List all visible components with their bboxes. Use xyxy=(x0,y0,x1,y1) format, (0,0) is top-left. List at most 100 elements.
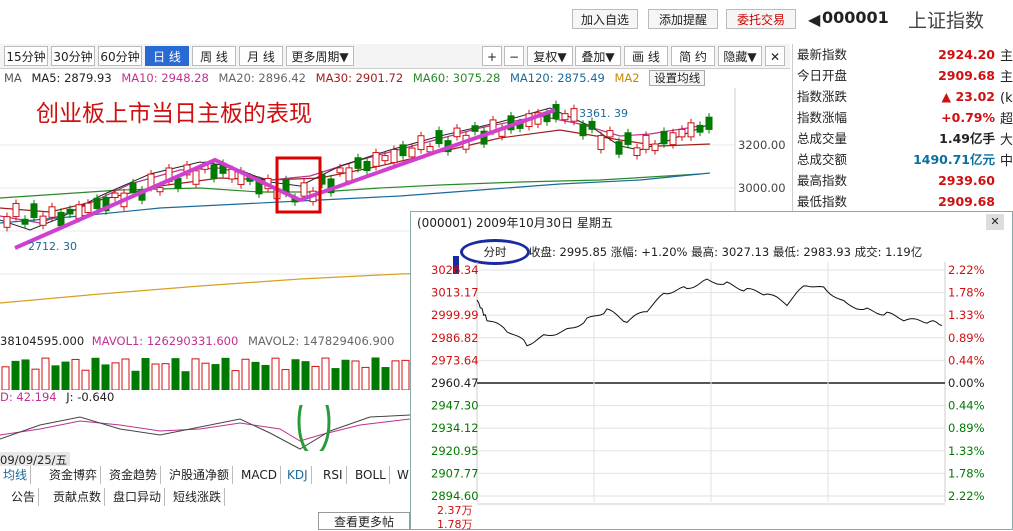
intraday-chart[interactable]: 3026.34 2.22% 3013.17 1.78% 2999.99 1.33% 2986… xyxy=(411,262,1012,530)
overlay-dropdown[interactable]: 叠加▼ xyxy=(575,46,621,66)
volume-chart xyxy=(1,357,410,390)
tab-30min[interactable]: 30分钟 xyxy=(51,46,95,66)
add-alert-button[interactable]: 添加提醒 xyxy=(648,9,718,29)
price-tick: 2907.77 xyxy=(431,466,479,480)
percent-tick: 2.22% xyxy=(948,489,985,503)
tab-weekly[interactable]: 周 线 xyxy=(192,46,236,66)
volume-value: 38104595.000 xyxy=(0,334,85,348)
vol-label: 2.37万 xyxy=(437,504,473,517)
date-label: 09/09/25/五 xyxy=(0,452,70,467)
intraday-popup: (000001) 2009年10月30日 星期五 ✕ 分时 收盘: 2995.8… xyxy=(410,211,1013,530)
price-tick: 2934.12 xyxy=(431,421,479,435)
tab-ma[interactable]: 均线 xyxy=(0,466,32,484)
tab-contribution[interactable]: 贡献点数 xyxy=(50,488,106,506)
volume-bar xyxy=(351,360,360,390)
view-more-button[interactable]: 查看更多帖 xyxy=(318,512,410,530)
index-name: 上证指数 xyxy=(908,10,985,32)
volume-bar xyxy=(131,370,140,390)
tab-fund-game[interactable]: 资金博弈 xyxy=(46,466,102,484)
candle-body xyxy=(687,122,695,138)
tab-rsi[interactable]: RSI xyxy=(320,466,347,484)
tab-60min[interactable]: 60分钟 xyxy=(98,46,142,66)
tab-tape-anomaly[interactable]: 盘口异动 xyxy=(110,488,166,506)
tab-hgt-net[interactable]: 沪股通净额 xyxy=(166,466,234,484)
candle-body xyxy=(48,206,56,218)
percent-tick: 1.78% xyxy=(948,286,985,300)
zoom-out-button[interactable]: − xyxy=(504,46,524,66)
volume-bar xyxy=(371,357,380,390)
quote-row: 总成交量 1.49亿手 xyxy=(797,131,995,146)
ma-label: MA xyxy=(4,71,22,85)
candle-body xyxy=(129,182,137,194)
price-tick: 2986.82 xyxy=(431,331,479,345)
volume-bar xyxy=(331,368,340,390)
candle-body xyxy=(174,177,182,189)
bookmark-icon[interactable]: ◀ xyxy=(808,10,820,29)
kdj-j-value: J: -0.640 xyxy=(66,390,115,404)
percent-tick: 0.89% xyxy=(948,421,985,435)
adjust-dropdown[interactable]: 复权▼ xyxy=(527,46,573,66)
volume-bar xyxy=(41,357,50,390)
candle-body xyxy=(390,149,398,164)
candle-body xyxy=(417,135,425,151)
popup-title: (000001) 2009年10月30日 星期五 xyxy=(411,212,1012,234)
zoom-in-button[interactable]: + xyxy=(482,46,502,66)
tab-boll[interactable]: BOLL xyxy=(352,466,390,484)
volume-bar xyxy=(21,359,30,390)
candle-body xyxy=(435,130,443,145)
volume-bar xyxy=(281,369,290,390)
close-icon[interactable]: ✕ xyxy=(986,214,1004,230)
tab-15min[interactable]: 15分钟 xyxy=(4,46,48,66)
hide-dropdown[interactable]: 隐藏▼ xyxy=(718,46,762,66)
tab-monthly[interactable]: 月 线 xyxy=(239,46,283,66)
candle-body xyxy=(57,211,65,227)
add-watchlist-button[interactable]: 加入自选 xyxy=(572,9,638,29)
simple-button[interactable]: 简 约 xyxy=(671,46,715,66)
price-tick: 2894.60 xyxy=(431,489,479,503)
tab-macd[interactable]: MACD xyxy=(238,466,281,484)
more-periods-dropdown[interactable]: 更多周期▼ xyxy=(286,46,354,66)
vol-label: 1.78万 xyxy=(437,518,473,530)
candle-body xyxy=(21,218,29,225)
candle-body xyxy=(345,167,353,182)
candle-body xyxy=(660,130,668,145)
volume-indicator-row: 38104595.000 MAVOL1: 126290331.600 MAVOL… xyxy=(0,334,410,352)
volume-bar xyxy=(301,361,310,390)
tab-daily[interactable]: 日 线 xyxy=(145,46,189,66)
tab-announcement[interactable]: 公告 xyxy=(8,488,40,506)
candle-body xyxy=(651,143,659,152)
tab-kdj[interactable]: KDJ xyxy=(284,466,312,484)
price-tick-3200: 3200.00 xyxy=(738,138,786,152)
candle-body xyxy=(561,113,569,121)
candle-body xyxy=(30,203,38,219)
candle-body xyxy=(426,145,434,153)
volume-bar xyxy=(191,358,200,390)
candle-body xyxy=(75,204,83,219)
ma20-value: MA20: 2896.42 xyxy=(218,71,306,85)
ma-indicator-row: MA MA5: 2879.93 MA10: 2948.28 MA20: 2896… xyxy=(0,70,790,88)
volume-bar xyxy=(91,357,100,390)
candle-body xyxy=(633,147,641,157)
tab-short-term[interactable]: 短线涨跌 xyxy=(170,488,226,506)
candle-body xyxy=(381,155,389,162)
volume-bar xyxy=(181,371,190,390)
price-tick: 2973.64 xyxy=(431,353,479,367)
ma-settings-button[interactable]: 设置均线 xyxy=(649,70,706,86)
price-tick: 2960.47 xyxy=(431,376,479,390)
volume-bar xyxy=(121,358,130,390)
volume-bar xyxy=(231,370,240,390)
info-tabs: 公告 贡献点数 盘口异动 短线涨跌 xyxy=(0,488,410,508)
candle-body xyxy=(597,135,605,151)
volume-bar xyxy=(31,368,40,390)
draw-button[interactable]: 画 线 xyxy=(624,46,668,66)
volume-bar xyxy=(201,362,210,390)
candle-body xyxy=(156,187,164,193)
close-icon[interactable]: ✕ xyxy=(765,46,785,66)
tab-fund-trend[interactable]: 资金趋势 xyxy=(106,466,162,484)
volume-bar xyxy=(401,359,410,390)
highlight-ellipse xyxy=(297,405,331,451)
price-tick: 3026.34 xyxy=(431,263,479,277)
trade-button[interactable]: 委托交易 xyxy=(726,9,796,29)
volume-bar xyxy=(391,360,400,390)
candle-body xyxy=(111,192,119,198)
